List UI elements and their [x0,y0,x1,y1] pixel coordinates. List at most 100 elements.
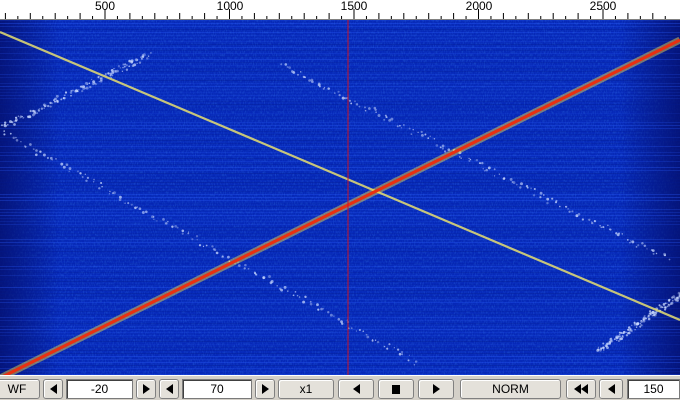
faint-trace-dot [122,63,125,66]
ref-level-field[interactable]: -20 [66,379,133,399]
faint-trace-dot [398,352,402,356]
faint-trace-dot [109,74,112,77]
frequency-scale[interactable]: 500 1000 1500 2000 2500 [0,0,680,20]
noise-band [0,164,680,165]
scale-label-1500: 1500 [340,0,368,13]
noise-band [0,194,680,195]
range-decrease-button[interactable] [159,379,179,399]
faint-trace-dot [408,354,411,356]
noise-band [0,146,680,147]
faint-trace-dot [647,317,651,321]
faint-trace-dot [54,100,56,103]
faint-trace-dot [309,300,312,303]
faint-trace-dot [156,220,158,222]
faint-trace-dot [636,322,640,325]
range-increase-button[interactable] [255,379,275,399]
faint-trace-dot [46,156,49,160]
faint-trace-dot [38,110,40,112]
noise-band [0,287,680,288]
speed-button[interactable]: NORM [460,379,561,399]
faint-trace-dot [92,181,95,183]
noise-band [0,302,680,303]
faint-trace-dot [280,288,284,292]
faint-trace-dot [622,330,626,334]
faint-trace-dot [65,163,69,167]
noise-band [0,296,680,297]
noise-band [0,338,680,339]
noise-band [0,188,680,189]
mode-button[interactable]: WF [0,379,40,399]
faint-trace-dot [11,121,14,124]
noise-band [0,32,680,33]
faint-trace-dot [98,187,101,190]
faint-trace-dot [98,80,101,83]
faint-trace-dot [114,70,118,73]
faint-trace-dot [667,299,671,302]
faint-trace-dot [141,211,145,214]
stop-icon [392,384,400,394]
faint-trace-dot [475,159,479,162]
faint-trace-dot [412,128,414,131]
range-field[interactable]: 70 [182,379,252,399]
faint-trace-dot [152,216,155,218]
faint-trace-dot [539,191,543,195]
faint-trace-dot [502,177,506,181]
faint-trace-dot [82,87,86,90]
faint-trace-dot [181,229,185,233]
faint-trace-dot [676,296,678,298]
faint-trace-dot [481,161,484,165]
faint-trace-dot [181,232,184,235]
shift-left-button[interactable] [338,379,374,399]
step-decrease-button[interactable] [599,379,623,399]
faint-trace-dot [238,264,241,267]
noise-band [0,332,680,333]
faint-trace-dot [479,162,481,165]
noise-band [0,308,680,309]
noise-band [0,260,680,261]
faint-trace-dot [652,313,656,317]
noise-band [0,47,680,48]
faint-trace-dot [658,304,661,307]
faint-trace-dot [667,303,671,307]
stop-button[interactable] [378,379,414,399]
faint-trace-dot [655,252,658,255]
faint-trace-dot [602,346,605,350]
step-field[interactable]: 150 [627,379,680,399]
faint-trace-dot [610,337,613,340]
faint-trace-dot [649,312,651,315]
ref-level-increase-button[interactable] [136,379,156,399]
faint-trace-dot [317,308,320,311]
faint-trace-dot [625,331,627,333]
faint-trace-dot [602,342,605,345]
faint-trace-dot [244,263,247,267]
faint-trace-dot [317,83,321,87]
faint-trace-dot [400,127,403,129]
faint-trace-dot [64,91,68,94]
faint-trace-dot [20,141,22,143]
faint-trace-dot [29,109,32,113]
faint-trace-dot [625,334,629,337]
faint-trace-dot [509,177,513,181]
faint-trace-dot [350,327,353,330]
shift-right-button[interactable] [418,379,454,399]
faint-trace-dot [581,218,585,221]
noise-band [0,335,680,336]
faint-trace-dot [441,147,445,150]
scale-label-500: 500 [94,0,116,13]
faint-trace-dot [3,130,5,132]
faint-trace-dot [424,133,427,136]
noise-band [0,365,680,366]
faint-trace-dot [81,90,84,93]
ref-level-decrease-button[interactable] [43,379,63,399]
faint-trace-dot [602,226,605,229]
faint-trace-dot [297,73,299,76]
noise-band [0,242,680,243]
faint-trace-dot [49,105,52,108]
fast-rewind-button[interactable] [566,379,596,399]
faint-trace-dot [89,85,92,89]
faint-trace-dot [268,275,271,278]
faint-trace-dot [308,79,311,82]
faint-trace-dot [468,157,470,160]
zoom-button[interactable]: x1 [278,379,334,399]
waterfall-display[interactable] [0,20,680,375]
